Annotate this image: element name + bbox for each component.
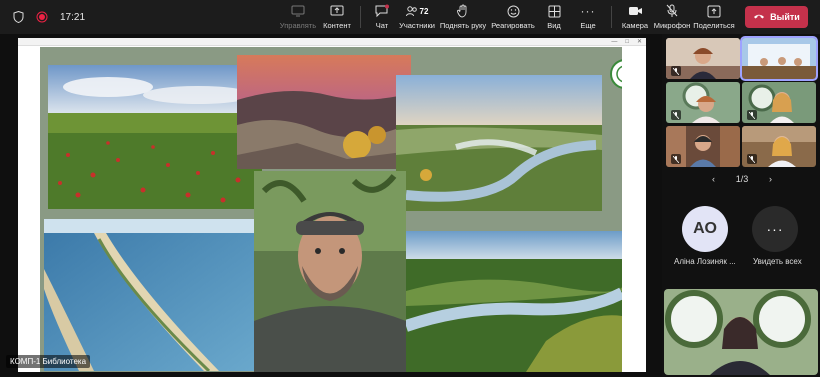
participants-count: 72: [419, 6, 429, 16]
slide-photo-sand-spit: [44, 219, 256, 371]
shared-window-titlebar: — □ ✕: [18, 38, 646, 46]
react-label: Реагировать: [491, 21, 535, 30]
participant-video[interactable]: [666, 126, 740, 167]
leave-button[interactable]: Выйти: [745, 6, 808, 28]
content-button[interactable]: Контент: [320, 0, 354, 34]
teams-meeting-window: 17:21 Управлять Контент Чат 72 Участники…: [0, 0, 820, 377]
camera-icon: [628, 3, 643, 19]
chat-icon: [374, 3, 390, 19]
toolbar-actions: Управлять Контент Чат 72 Участники Подня…: [276, 0, 736, 34]
more-dots-icon: ···: [766, 221, 784, 237]
presenter-video: [254, 171, 406, 372]
maximize-icon: □: [625, 38, 629, 45]
mic-muted-icon: [747, 110, 757, 120]
page-indicator: 1/3: [735, 174, 749, 184]
slide-photo-green-canyon: [406, 231, 622, 372]
self-view-video[interactable]: [664, 289, 818, 375]
meeting-time: 17:21: [60, 11, 86, 23]
participants-icon: 72: [405, 3, 429, 19]
view-button[interactable]: Вид: [537, 0, 571, 34]
raise-hand-button[interactable]: Поднять руку: [437, 0, 489, 34]
screen-share-owner: КОМП-1 Библиотека: [6, 355, 91, 368]
participant-pager: ‹ 1/3 ›: [712, 174, 772, 184]
see-all-label: Увидеть всех: [753, 257, 802, 266]
chevron-left-icon[interactable]: ‹: [712, 174, 715, 184]
mic-muted-icon: [747, 154, 757, 164]
participant-video[interactable]: [742, 82, 816, 123]
participant-video-active[interactable]: [740, 36, 818, 81]
content-label: Контент: [323, 21, 351, 30]
organization-logo-icon: [610, 59, 622, 89]
more-dots-icon: ···: [580, 4, 596, 18]
participants-label: Участники: [399, 21, 435, 30]
control-label: Управлять: [279, 21, 317, 30]
participant-video[interactable]: [666, 82, 740, 123]
main-stage: — □ ✕ КОМП-1 Библиотека: [0, 34, 662, 377]
grid-view-icon: [548, 3, 561, 19]
participant-avatar[interactable]: АО: [682, 206, 728, 252]
see-all-button[interactable]: ···: [752, 206, 798, 252]
presentation-slide: [40, 47, 622, 372]
view-label: Вид: [547, 21, 561, 30]
slide-photo-poppy-field: [48, 65, 262, 209]
participant-video[interactable]: [666, 38, 740, 79]
participants-panel: ‹ 1/3 › АО ··· Аліна Лозиняк ... Увидеть…: [662, 34, 820, 377]
chat-label: Чат: [375, 21, 389, 30]
camera-button[interactable]: Камера: [618, 0, 652, 34]
minimize-icon: —: [611, 38, 618, 45]
smiley-icon: [507, 3, 520, 19]
mic-muted-icon: [666, 3, 678, 19]
control-icon: [291, 3, 305, 19]
leave-label: Выйти: [770, 12, 800, 22]
toolbar-divider: [611, 6, 612, 28]
more-button[interactable]: ··· Еще: [571, 0, 605, 34]
slide-photo-rocky-sunset: [237, 55, 411, 169]
chevron-right-icon[interactable]: ›: [769, 174, 772, 184]
mic-muted-icon: [671, 110, 681, 120]
meeting-status: 17:21: [0, 11, 85, 23]
hand-icon: [457, 3, 469, 19]
microphone-button[interactable]: Микрофон: [652, 0, 692, 34]
share-button[interactable]: Поделиться: [692, 0, 736, 34]
chat-button[interactable]: Чат: [367, 0, 397, 34]
meeting-toolbar: 17:21 Управлять Контент Чат 72 Участники…: [0, 0, 820, 34]
control-button[interactable]: Управлять: [276, 0, 320, 34]
participant-video[interactable]: [742, 126, 816, 167]
share-label: Поделиться: [693, 21, 735, 30]
recording-icon: [36, 11, 48, 23]
participant-name: Аліна Лозиняк ...: [674, 257, 736, 266]
react-button[interactable]: Реагировать: [489, 0, 537, 34]
slide-photo-river-bend: [396, 75, 602, 211]
hang-up-icon: [753, 12, 765, 22]
mic-muted-icon: [671, 154, 681, 164]
shared-screen: — □ ✕: [18, 38, 646, 372]
content-share-icon: [330, 3, 344, 19]
share-tray-icon: [707, 3, 721, 19]
more-label: Еще: [580, 21, 596, 30]
mic-label: Микрофон: [653, 21, 691, 30]
shield-icon[interactable]: [12, 11, 24, 23]
mic-muted-icon: [671, 66, 681, 76]
participants-button[interactable]: 72 Участники: [397, 0, 437, 34]
toolbar-divider: [360, 6, 361, 28]
raise-hand-label: Поднять руку: [439, 21, 487, 30]
close-icon: ✕: [636, 39, 642, 45]
camera-label: Камера: [621, 21, 649, 30]
